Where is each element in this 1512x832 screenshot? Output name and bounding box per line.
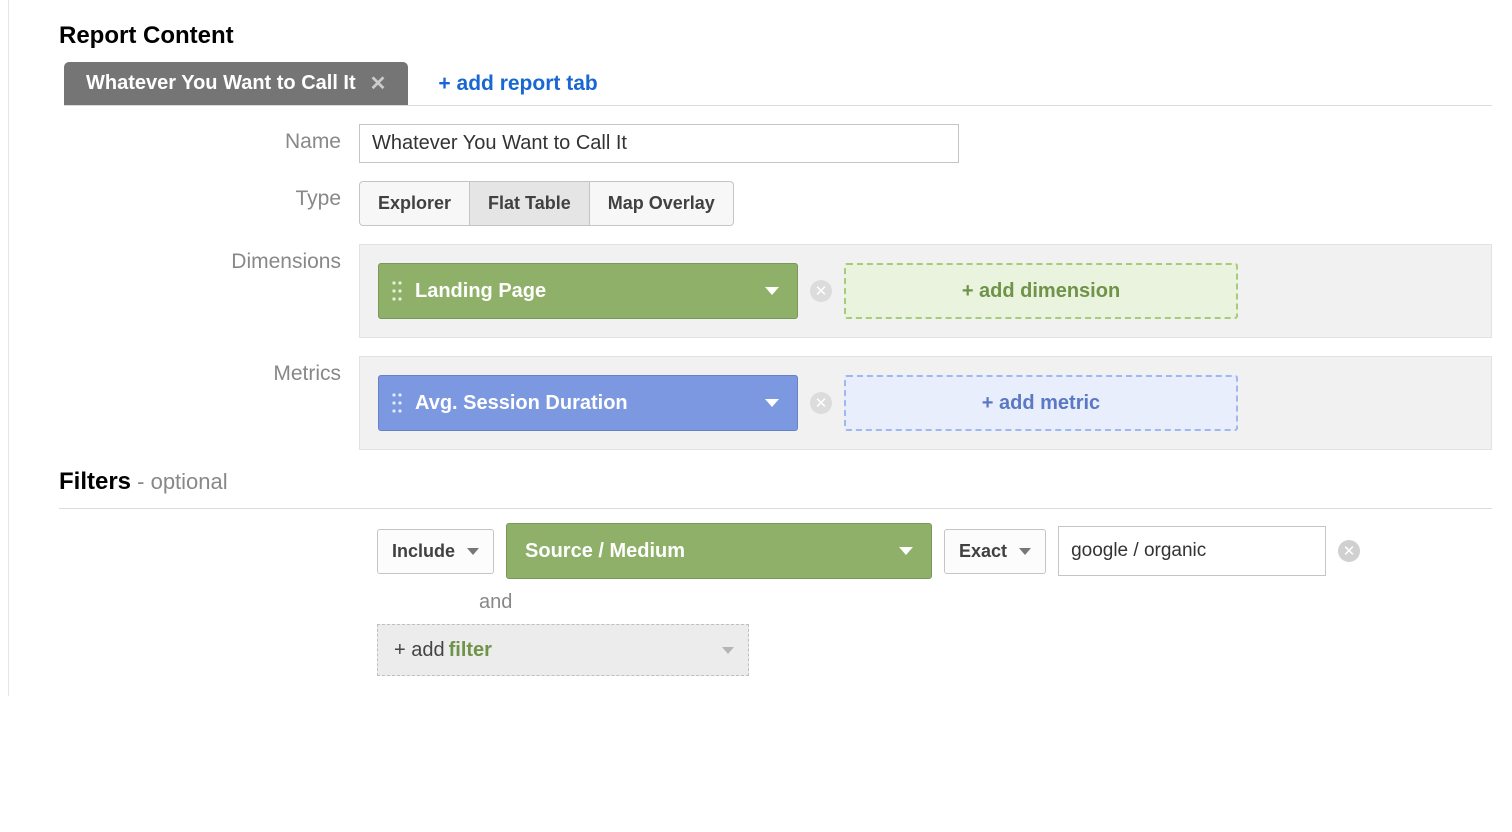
filter-match-label: Exact [959, 541, 1007, 562]
type-button-group: Explorer Flat Table Map Overlay [359, 181, 734, 226]
remove-metric-button[interactable]: ✕ [810, 392, 832, 414]
name-input[interactable] [359, 124, 959, 163]
report-tab-label: Whatever You Want to Call It [86, 72, 356, 95]
metrics-label: Metrics [29, 356, 359, 386]
filter-and-label: and [479, 591, 1492, 614]
filter-field-pill[interactable]: Source / Medium [506, 523, 932, 579]
report-tabs-row: Whatever You Want to Call It ✕ + add rep… [64, 62, 1492, 106]
filter-field-label: Source / Medium [525, 540, 685, 563]
filter-include-label: Include [392, 541, 455, 562]
filters-optional-text: - optional [131, 469, 228, 494]
metrics-container: Avg. Session Duration ✕ + add metric [359, 356, 1492, 450]
add-filter-button[interactable]: + add filter [377, 624, 749, 676]
dimensions-container: Landing Page ✕ + add dimension [359, 244, 1492, 338]
chevron-down-icon [1019, 548, 1031, 555]
report-content-header: Report Content [59, 22, 1492, 50]
add-filter-prefix: + add [394, 639, 445, 662]
remove-filter-button[interactable]: ✕ [1338, 540, 1360, 562]
type-label: Type [29, 181, 359, 211]
chevron-down-icon [467, 548, 479, 555]
dimension-pill[interactable]: Landing Page [378, 263, 798, 319]
type-option-explorer[interactable]: Explorer [359, 181, 470, 226]
filter-row: Include Source / Medium Exact ✕ [377, 523, 1492, 579]
close-icon[interactable]: ✕ [370, 71, 387, 96]
chevron-down-icon [765, 287, 779, 295]
drag-handle-icon[interactable] [391, 279, 403, 303]
remove-dimension-button[interactable]: ✕ [810, 280, 832, 302]
dimension-pill-label: Landing Page [415, 280, 546, 303]
type-option-flat-table[interactable]: Flat Table [470, 181, 590, 226]
filter-match-select[interactable]: Exact [944, 529, 1046, 574]
filter-include-select[interactable]: Include [377, 529, 494, 574]
divider [59, 508, 1492, 509]
metric-pill[interactable]: Avg. Session Duration [378, 375, 798, 431]
filters-header: Filters - optional [59, 468, 1492, 496]
drag-handle-icon[interactable] [391, 391, 403, 415]
name-label: Name [29, 124, 359, 154]
add-filter-word: filter [449, 639, 492, 662]
type-option-map-overlay[interactable]: Map Overlay [590, 181, 734, 226]
chevron-down-icon [765, 399, 779, 407]
filter-value-input[interactable] [1058, 526, 1326, 576]
report-tab-active[interactable]: Whatever You Want to Call It ✕ [64, 62, 408, 105]
add-report-tab-link[interactable]: + add report tab [438, 72, 597, 105]
chevron-down-icon [899, 547, 913, 555]
dimensions-label: Dimensions [29, 244, 359, 274]
add-metric-button[interactable]: + add metric [844, 375, 1238, 431]
add-dimension-button[interactable]: + add dimension [844, 263, 1238, 319]
chevron-down-icon [722, 647, 734, 654]
metric-pill-label: Avg. Session Duration [415, 392, 628, 415]
